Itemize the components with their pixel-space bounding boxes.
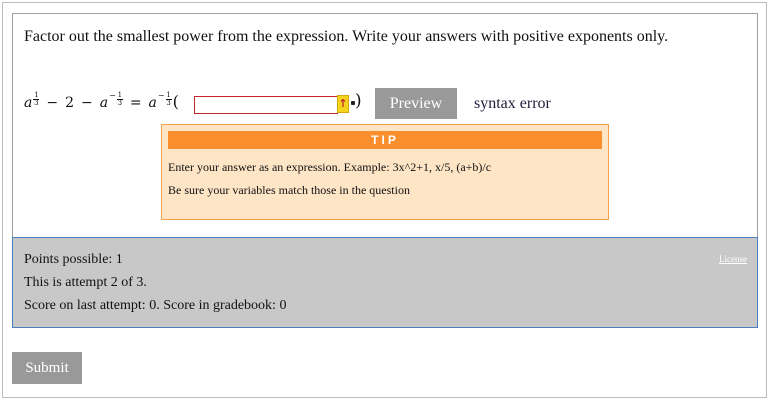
math-equals: = <box>129 95 142 111</box>
math-exponent-2: 1 3 <box>116 91 123 107</box>
preview-button[interactable]: Preview <box>375 88 457 119</box>
math-base: a <box>24 95 33 111</box>
tip-title: TIP <box>168 131 602 149</box>
math-expression: a 1 3 − 2 − a − 1 3 = a − 1 3 ( <box>24 91 179 117</box>
syntax-status: syntax error <box>474 95 551 112</box>
submit-button[interactable]: Submit <box>12 352 82 384</box>
answer-row: a 1 3 − 2 − a − 1 3 = a − 1 3 (↑) Prev… <box>24 80 624 120</box>
answer-input[interactable] <box>194 96 338 114</box>
math-base-3: a <box>148 95 157 111</box>
tip-line-example: Enter your answer as an expression. Exam… <box>168 160 492 174</box>
tip-line-variables: Be sure your variables match those in th… <box>168 183 410 197</box>
attempt-count: This is attempt 2 of 3. <box>24 275 147 290</box>
math-neg-sign-2: − <box>157 91 165 100</box>
math-neg-sign: − <box>109 91 116 100</box>
math-close-paren: ) <box>355 91 362 111</box>
math-exponent-3: 1 3 <box>165 91 172 107</box>
math-open-paren: ( <box>172 92 179 111</box>
score-summary: Score on last attempt: 0. Score in grade… <box>24 298 287 313</box>
question-prompt: Factor out the smallest power from the e… <box>24 28 669 45</box>
syntax-error-icon[interactable]: ↑ <box>337 95 349 113</box>
license-link[interactable]: License <box>719 254 747 264</box>
tip-box: TIP Enter your answer as an expression. … <box>161 124 609 220</box>
math-minus-2: − <box>81 95 93 111</box>
points-possible: Points possible: 1 <box>24 252 123 267</box>
math-minus: − <box>46 95 59 111</box>
math-base-2: a <box>99 95 109 111</box>
math-exponent: 1 3 <box>33 91 40 107</box>
math-two: 2 <box>65 95 75 111</box>
question-panel: Factor out the smallest power from the e… <box>12 13 758 238</box>
attempt-info-panel: Points possible: 1 This is attempt 2 of … <box>12 237 758 328</box>
